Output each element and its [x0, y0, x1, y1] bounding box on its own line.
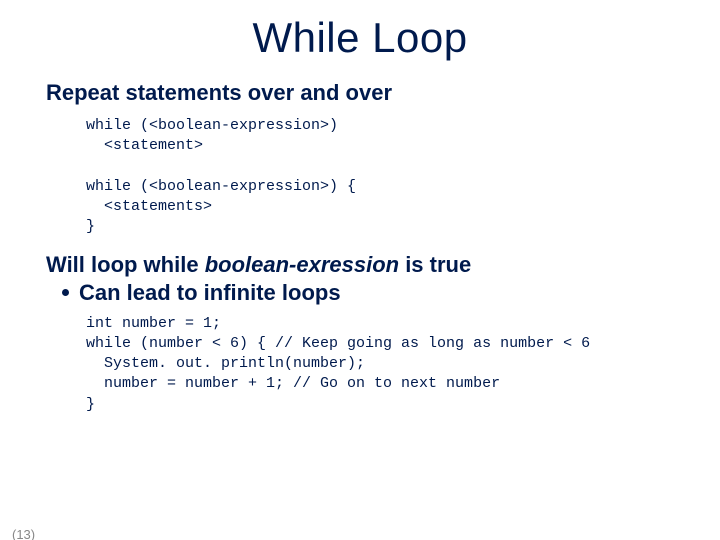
bullet-text: Can lead to infinite loops — [79, 280, 341, 305]
bullet-icon — [62, 289, 69, 296]
code-block-example: int number = 1; while (number < 6) { // … — [86, 314, 720, 415]
bullet-line: Can lead to infinite loops — [62, 280, 720, 306]
slide-title: While Loop — [0, 14, 720, 62]
will-suffix: is true — [399, 252, 471, 277]
will-prefix: Will loop while — [46, 252, 205, 277]
will-loop-line: Will loop while boolean-exression is tru… — [46, 252, 720, 278]
slide: While Loop Repeat statements over and ov… — [0, 14, 720, 540]
page-number: (13) — [12, 527, 35, 540]
code-block-syntax: while (<boolean-expression>) <statement>… — [86, 116, 720, 238]
will-italic: boolean-exression — [205, 252, 399, 277]
subtitle: Repeat statements over and over — [46, 80, 720, 106]
